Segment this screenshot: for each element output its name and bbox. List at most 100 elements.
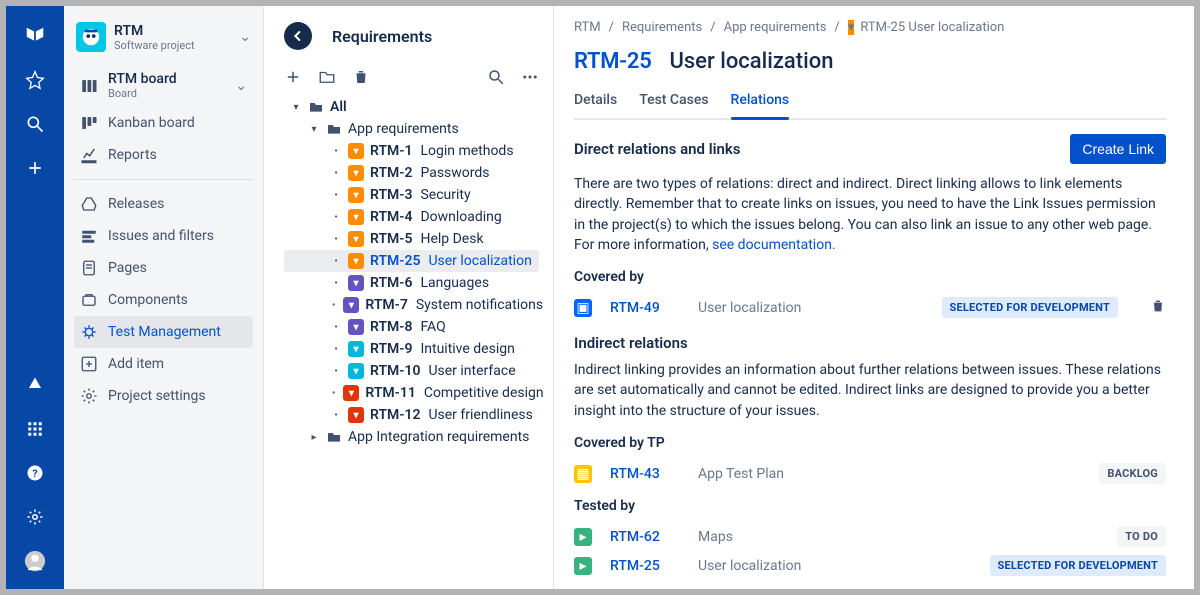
breadcrumb-link[interactable]: Requirements	[622, 20, 702, 35]
tree-label: App Integration requirements	[348, 429, 529, 445]
create-icon[interactable]	[19, 152, 51, 184]
tree-item[interactable]: • ▾ RTM-11 Competitive design	[284, 382, 539, 404]
tree-item-key: RTM-12	[370, 407, 420, 423]
issue-type-icon: ▾	[343, 385, 359, 401]
delete-icon[interactable]	[1150, 298, 1166, 318]
sidebar-item-releases[interactable]: Releases	[74, 188, 253, 220]
tree-item[interactable]: • ▾ RTM-2 Passwords	[284, 162, 539, 184]
tree-item[interactable]: • ▾ RTM-5 Help Desk	[284, 228, 539, 250]
tree-node-folder[interactable]: ▾ App requirements	[284, 118, 539, 140]
issue-type-icon: ▾	[348, 143, 364, 159]
tree-node-all[interactable]: ▾ All	[284, 96, 539, 118]
issue-key[interactable]: RTM-25	[574, 49, 651, 74]
tree-item[interactable]: • ▾ RTM-1 Login methods	[284, 140, 539, 162]
tree-item[interactable]: • ▾ RTM-6 Languages	[284, 272, 539, 294]
relation-row[interactable]: ▣ RTM-49 User localization SELECTED FOR …	[574, 293, 1166, 322]
subsection-heading: Covered by	[574, 269, 1166, 285]
tree-node-folder[interactable]: ▸ App Integration requirements	[284, 426, 539, 448]
sidebar-item-kanban[interactable]: Kanban board	[74, 107, 253, 139]
sidebar-item-label: Kanban board	[108, 115, 195, 131]
issue-type-icon: ▣	[574, 299, 592, 317]
tree-item[interactable]: • ▾ RTM-4 Downloading	[284, 206, 539, 228]
relation-key[interactable]: RTM-49	[610, 300, 680, 316]
sidebar-item-reports[interactable]: Reports	[74, 139, 253, 171]
status-badge: SELECTED FOR DEVELOPMENT	[990, 555, 1166, 576]
tree-item-title: User friendliness	[428, 407, 532, 423]
breadcrumb-link[interactable]: App requirements	[724, 20, 827, 35]
section-description: There are two types of relations: direct…	[574, 174, 1166, 255]
section-heading: Direct relations and links	[574, 140, 741, 158]
tree-item[interactable]: • ▾ RTM-3 Security	[284, 184, 539, 206]
sidebar-item-pages[interactable]: Pages	[74, 252, 253, 284]
tree-item[interactable]: • ▾ RTM-12 User friendliness	[284, 404, 539, 426]
bullet-icon: •	[332, 146, 340, 157]
relation-title: User localization	[698, 300, 801, 316]
sidebar-item-issues[interactable]: Issues and filters	[74, 220, 253, 252]
project-switcher[interactable]: RTM Software project ⌄	[74, 18, 253, 64]
search-icon[interactable]	[487, 68, 505, 86]
section-heading: Indirect relations	[574, 334, 1166, 352]
relation-key[interactable]: RTM-62	[610, 529, 680, 545]
folder-icon[interactable]	[318, 68, 336, 86]
relation-row[interactable]: ▸ RTM-25 User localization SELECTED FOR …	[574, 551, 1166, 580]
status-badge: SELECTED FOR DEVELOPMENT	[942, 297, 1118, 318]
tree-item-title: System notifications	[416, 297, 543, 313]
notification-icon[interactable]	[19, 369, 51, 401]
tree-item[interactable]: • ▾ RTM-10 User interface	[284, 360, 539, 382]
bullet-icon: •	[332, 410, 340, 421]
tab-relations[interactable]: Relations	[731, 86, 790, 118]
more-icon[interactable]	[521, 68, 539, 86]
sidebar-item-test-management[interactable]: Test Management	[74, 316, 253, 348]
tree-item-title: FAQ	[420, 319, 445, 335]
bullet-icon: •	[332, 256, 340, 267]
help-icon[interactable]: ?	[19, 457, 51, 489]
sidebar-item-label: Components	[108, 292, 188, 308]
issue-type-icon: ▾	[348, 209, 364, 225]
sidebar-item-label: Reports	[108, 147, 157, 163]
tree-item-title: Login methods	[420, 143, 513, 159]
relation-row[interactable]: ▸ RTM-62 Maps TO DO	[574, 522, 1166, 551]
global-nav: ?	[6, 6, 64, 589]
tree-item-key: RTM-25	[370, 253, 420, 269]
breadcrumb-link[interactable]: RTM	[574, 20, 601, 35]
trash-icon[interactable]	[352, 68, 370, 86]
back-button[interactable]	[284, 22, 312, 50]
tree-panel: Requirements ▾ All ▾ App requirements • …	[264, 6, 554, 589]
bullet-icon: •	[332, 212, 340, 223]
relation-key[interactable]: RTM-25	[610, 558, 680, 574]
sidebar-item-label: Test Management	[108, 324, 221, 340]
sidebar-item-add[interactable]: Add item	[74, 348, 253, 380]
issue-type-icon: ▾	[348, 275, 364, 291]
issue-type-icon: ▸	[574, 557, 592, 575]
relation-row[interactable]: ▦ RTM-43 App Test Plan BACKLOG	[574, 459, 1166, 488]
sidebar-item-project-settings[interactable]: Project settings	[74, 380, 253, 412]
sidebar-item-label: Issues and filters	[108, 228, 214, 244]
tree-item-title: User localization	[428, 253, 531, 269]
documentation-link[interactable]: see documentation.	[712, 237, 836, 253]
sidebar-item-label: Project settings	[108, 388, 206, 404]
profile-avatar[interactable]	[19, 545, 51, 577]
relation-key[interactable]: RTM-43	[610, 466, 680, 482]
board-switcher[interactable]: RTM board Board ⌄	[74, 64, 253, 107]
star-icon[interactable]	[19, 64, 51, 96]
tree-item-key: RTM-2	[370, 165, 412, 181]
app-switcher-icon[interactable]	[19, 20, 51, 52]
tree-item[interactable]: • ▾ RTM-9 Intuitive design	[284, 338, 539, 360]
search-icon[interactable]	[19, 108, 51, 140]
create-link-button[interactable]: Create Link	[1070, 134, 1166, 164]
project-sidebar: RTM Software project ⌄ RTM board Board ⌄…	[64, 6, 264, 589]
apps-grid-icon[interactable]	[19, 413, 51, 445]
tree-item[interactable]: • ▾ RTM-7 System notifications	[284, 294, 539, 316]
issue-type-icon: ▸	[574, 528, 592, 546]
relation-title: User localization	[698, 558, 801, 574]
tree: ▾ All ▾ App requirements • ▾ RTM-1 Login…	[284, 96, 539, 448]
subsection-heading: Tested by	[574, 498, 1166, 514]
tree-item[interactable]: • ▾ RTM-8 FAQ	[284, 316, 539, 338]
sidebar-item-components[interactable]: Components	[74, 284, 253, 316]
tree-item[interactable]: • ▾ RTM-25 User localization	[284, 250, 539, 272]
tab-details[interactable]: Details	[574, 86, 617, 118]
tab-test-cases[interactable]: Test Cases	[639, 86, 708, 118]
settings-icon[interactable]	[19, 501, 51, 533]
add-icon[interactable]	[284, 68, 302, 86]
sidebar-item-label: Add item	[108, 356, 164, 372]
